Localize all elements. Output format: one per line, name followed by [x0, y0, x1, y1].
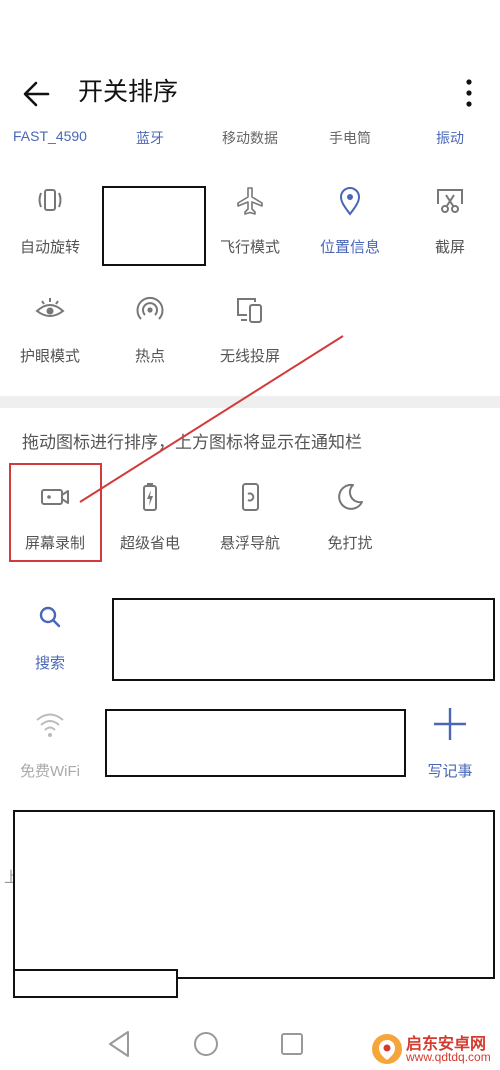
nav-recents-button[interactable] [272, 1024, 312, 1064]
nav-back-button[interactable] [100, 1024, 140, 1064]
nav-home-button[interactable] [186, 1024, 226, 1064]
watermark: 启东安卓网 www.qdtdq.com [366, 1028, 500, 1070]
nav-home-circle-icon [194, 1032, 218, 1056]
nav-back-triangle-icon [109, 1031, 129, 1057]
nav-recents-square-icon [281, 1033, 303, 1055]
watermark-url: www.qdtdq.com [406, 1050, 491, 1064]
annotation-arrow-line [79, 335, 344, 503]
watermark-logo-icon [372, 1034, 402, 1064]
